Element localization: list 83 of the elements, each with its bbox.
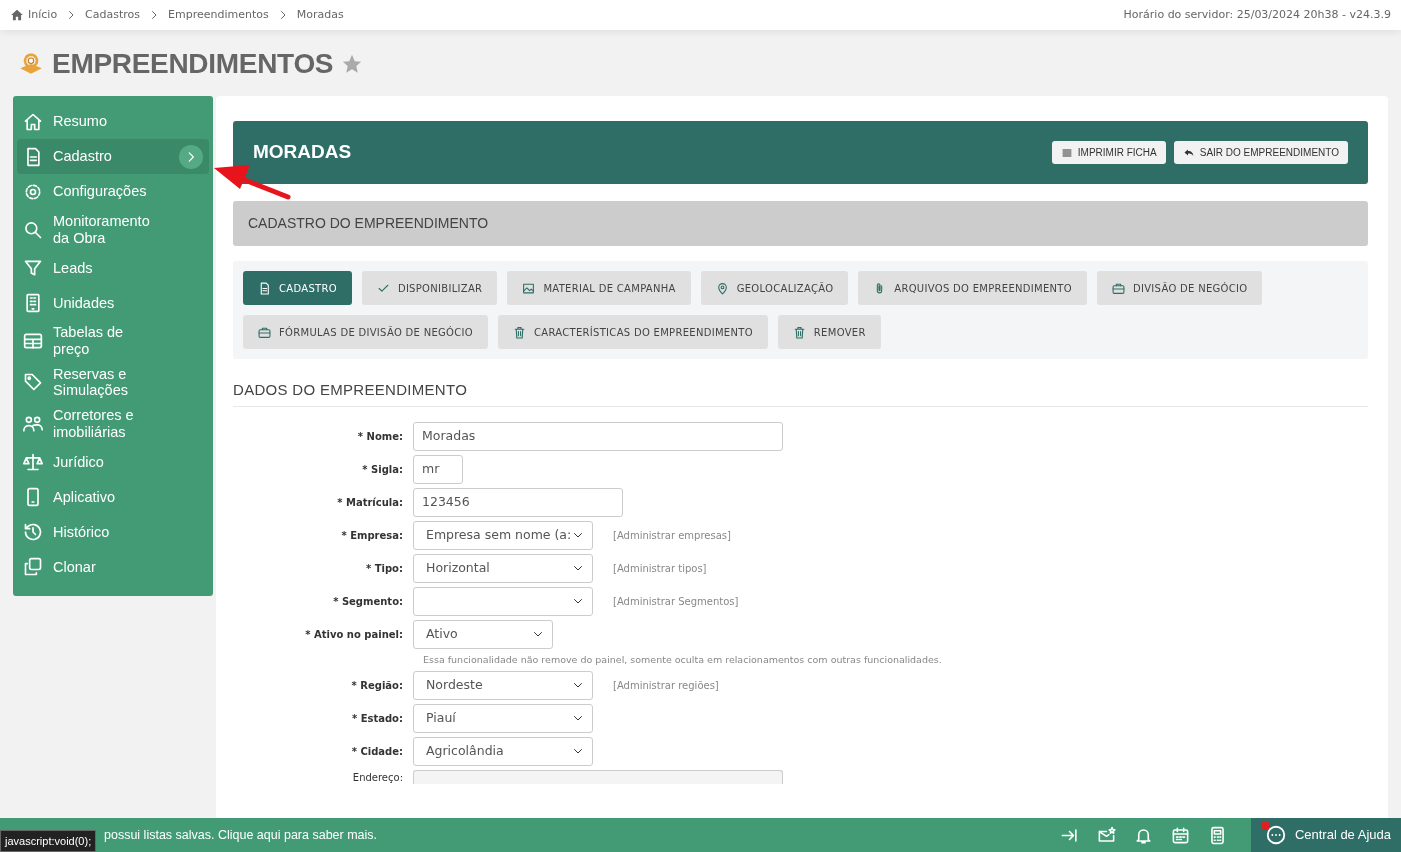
- select-field[interactable]: Empresa sem nome (a:: [413, 520, 593, 550]
- field-label: * Sigla:: [361, 462, 404, 477]
- admin-link[interactable]: [Administrar tipos]: [613, 560, 707, 576]
- field-label: * Matrícula:: [336, 495, 404, 510]
- tab[interactable]: DIVISÃO DE NEGÓCIO: [1096, 271, 1263, 305]
- briefcase-icon: [258, 325, 271, 339]
- sidebar-item[interactable]: Leads: [17, 250, 209, 286]
- table-icon: [23, 331, 43, 351]
- sidebar-item[interactable]: Histórico: [17, 514, 209, 550]
- breadcrumb-current[interactable]: Moradas: [296, 6, 344, 24]
- calendar-icon[interactable]: [1170, 825, 1190, 845]
- saved-lists-message[interactable]: possui listas salvas. Clique aqui para saber mais.: [104, 825, 378, 845]
- tag-icon: [23, 372, 43, 393]
- field-label: * Nome:: [356, 429, 404, 444]
- chat-icon: [1264, 824, 1287, 846]
- chevron-icon: [179, 144, 203, 169]
- sidebar-item[interactable]: Corretores e imobiliárias: [17, 403, 209, 445]
- input-field[interactable]: [413, 770, 783, 785]
- server-time: Horário do servidor: 25/03/2024 20h38 - v24.3.9: [1123, 6, 1391, 23]
- input-field[interactable]: 123456: [413, 487, 623, 517]
- home-icon: [23, 111, 43, 132]
- briefcase-icon: [1111, 281, 1125, 295]
- status-tooltip: javascript:void(0);: [0, 829, 97, 852]
- mail-star-icon[interactable]: [1096, 825, 1116, 845]
- field-label: * Ativo no painel:: [304, 627, 404, 642]
- select-field[interactable]: Horizontal: [413, 553, 593, 583]
- building-icon: [23, 292, 43, 313]
- field-label: * Cidade:: [350, 744, 404, 759]
- tab[interactable]: REMOVER: [777, 315, 881, 349]
- admin-link[interactable]: [Administrar empresas]: [613, 527, 731, 543]
- tab[interactable]: ARQUIVOS DO EMPREENDIMENTO: [858, 271, 1087, 305]
- home-icon: [10, 8, 24, 22]
- trash-icon: [513, 325, 526, 339]
- sidebar-item[interactable]: Monitoramento da Obra: [17, 209, 209, 251]
- field-label: * Estado:: [350, 711, 404, 726]
- select-field[interactable]: Ativo: [413, 619, 553, 649]
- history-icon: [23, 521, 43, 542]
- sidebar-item[interactable]: Aplicativo: [17, 479, 209, 515]
- tab[interactable]: MATERIAL DE CAMPANHA: [507, 271, 691, 305]
- tab[interactable]: CADASTRO: [243, 271, 352, 305]
- field-label: * Região:: [350, 678, 404, 693]
- help-button[interactable]: Central de Ajuda: [1250, 818, 1401, 852]
- select-field[interactable]: [413, 586, 593, 616]
- breadcrumb-link[interactable]: Cadastros: [85, 6, 141, 24]
- location-pin-icon: [715, 281, 729, 295]
- document-icon: [258, 281, 271, 295]
- form-title: DADOS DO EMPREENDIMENTO: [233, 379, 1368, 407]
- tab[interactable]: GEOLOCALIZAÇÃO: [700, 271, 849, 305]
- print-button[interactable]: IMPRIMIR FICHA: [1051, 141, 1166, 164]
- sidebar-item[interactable]: Clonar: [17, 549, 209, 585]
- exit-button[interactable]: SAIR DO EMPREENDIMENTO: [1173, 141, 1348, 164]
- tab[interactable]: DISPONIBILIZAR: [361, 271, 498, 305]
- field-label: * Tipo:: [365, 561, 404, 576]
- sidebar-item[interactable]: Configurações: [17, 174, 209, 209]
- field-label: * Segmento:: [332, 594, 404, 609]
- page-title: EMPREENDIMENTOS: [52, 47, 334, 81]
- trash-icon: [792, 325, 806, 339]
- sidebar-item[interactable]: Reservas e Simulações: [17, 361, 209, 404]
- tab[interactable]: CARACTERÍSTICAS DO EMPREENDIMENTO: [498, 315, 768, 349]
- sidebar-item[interactable]: Resumo: [17, 104, 209, 139]
- page-heading: MORADAS: [253, 141, 352, 164]
- field-label: Endereço:: [351, 770, 404, 785]
- copy-icon: [23, 556, 43, 577]
- field-label: * Empresa:: [340, 528, 404, 543]
- select-field[interactable]: Agricolândia: [413, 736, 593, 766]
- tab[interactable]: FÓRMULAS DE DIVISÃO DE NEGÓCIO: [243, 315, 488, 349]
- sidebar-item[interactable]: Jurídico: [17, 444, 209, 480]
- admin-link[interactable]: [Administrar Segmentos]: [613, 593, 739, 609]
- search-icon: [23, 219, 43, 240]
- sidebar-item[interactable]: Unidades: [17, 285, 209, 321]
- breadcrumb-link[interactable]: Início: [10, 6, 58, 24]
- select-field[interactable]: Nordeste: [413, 670, 593, 700]
- admin-link[interactable]: [Administrar regiões]: [613, 677, 719, 693]
- sidebar-item[interactable]: Tabelas de preço: [17, 320, 209, 362]
- image-icon: [522, 281, 536, 295]
- select-field[interactable]: Piauí: [413, 703, 593, 733]
- input-field[interactable]: Moradas: [413, 421, 783, 451]
- section-bar: CADASTRO DO EMPREENDIMENTO: [233, 201, 1368, 246]
- help-text: Essa funcionalidade não remove do painel, somente oculta em relacionamentos com outras funcionalidades.: [423, 652, 943, 667]
- input-field[interactable]: mr: [413, 454, 463, 484]
- breadcrumb-link[interactable]: Empreendimentos: [168, 6, 269, 24]
- scales-icon: [23, 451, 43, 472]
- sidebar-item[interactable]: Cadastro: [17, 139, 209, 174]
